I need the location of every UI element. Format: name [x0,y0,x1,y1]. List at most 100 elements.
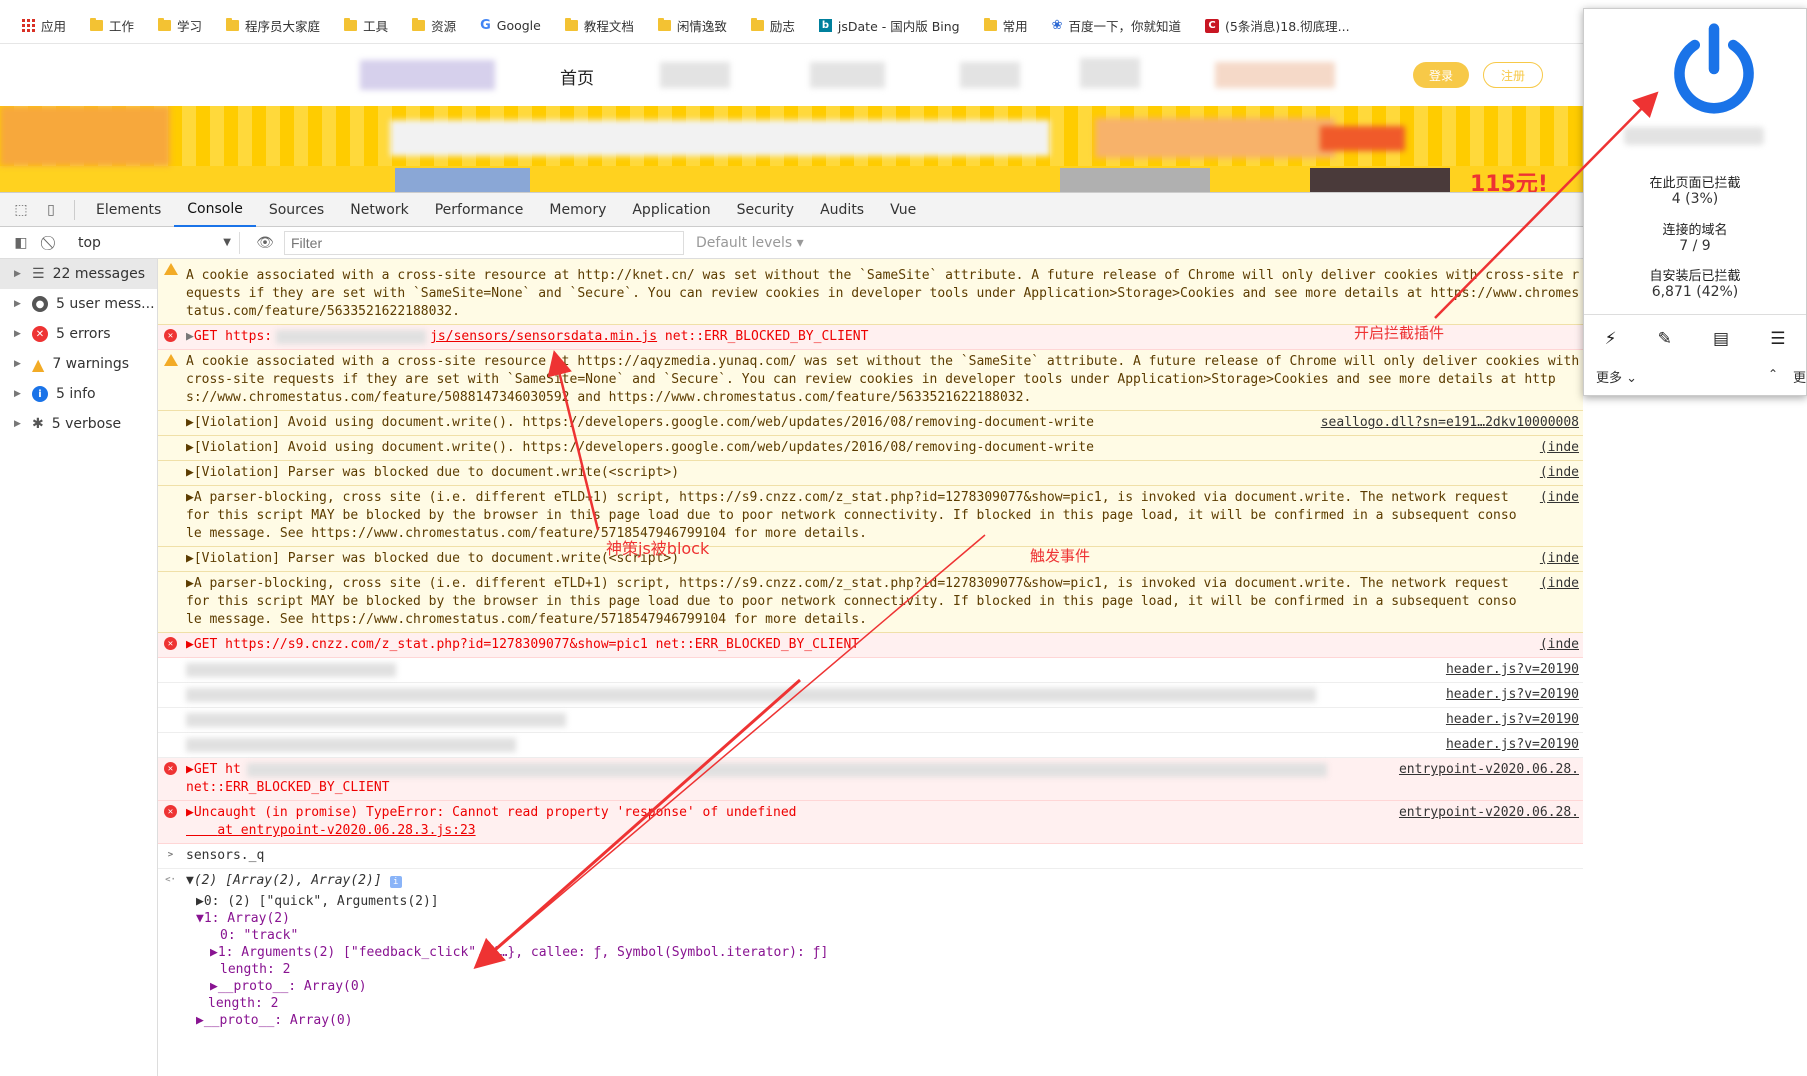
source-link[interactable]: (inde [1539,464,1579,482]
bookmark-docs[interactable]: 教程文档 [555,16,644,35]
sidebar-toggle-icon[interactable]: ◧ [6,226,36,260]
source-link[interactable]: header.js?v=20190 [1445,686,1579,704]
bookmark-common[interactable]: 常用 [974,16,1038,35]
console-log-line[interactable]: header.js?v=20190 [158,658,1583,683]
bookmark-apps[interactable]: 应用 [12,16,76,35]
source-link[interactable]: header.js?v=20190 [1445,711,1579,729]
tab-vue[interactable]: Vue [877,193,929,227]
nav-item-blurred[interactable] [660,62,730,88]
more-button-right[interactable]: 更 [1793,367,1806,386]
console-violation[interactable]: ▶[Violation] Parser was blocked due to d… [158,461,1583,486]
sliders-icon[interactable]: ☰ [1770,329,1785,349]
device-toolbar-icon[interactable]: ▯ [36,193,66,227]
login-button[interactable]: 登录 [1413,62,1469,88]
nav-item-blurred[interactable] [810,62,885,88]
user-icon: ● [32,296,48,312]
console-log-line[interactable]: header.js?v=20190 [158,683,1583,708]
console-violation[interactable]: ▶[Violation] Avoid using document.write(… [158,436,1583,461]
console-error[interactable]: ✕ ▶GET https://s9.cnzz.com/z_stat.php?id=… [158,633,1583,658]
tree-node[interactable]: ▶1: Arguments(2) ["feedback_click", {…},… [196,944,1583,961]
bookmark-csdn[interactable]: C (5条消息)18.彻底理... [1195,16,1360,35]
console-warning[interactable]: ▶A parser-blocking, cross site (i.e. dif… [158,572,1583,633]
source-link[interactable]: (inde [1539,575,1579,593]
bookmark-study[interactable]: 学习 [148,16,212,35]
bookmark-google[interactable]: G Google [470,18,551,33]
promo-banner[interactable]: 115元! [0,106,1583,192]
site-header: 首页 登录 注册 [0,44,1583,106]
power-icon[interactable] [1666,21,1762,117]
eyedropper-icon[interactable]: ✎ [1658,329,1672,349]
sidebar-item-warnings[interactable]: ▶ ▲ 7 warnings [0,349,157,379]
inspect-element-icon[interactable]: ⬚ [6,193,36,227]
sidebar-item-verbose[interactable]: ▶ ✱ 5 verbose [0,409,157,439]
annotation-blocked: 神策js被block [606,539,710,558]
console-warning[interactable]: A cookie associated with a cross-site re… [158,259,1583,325]
bookmark-programmers[interactable]: 程序员大家庭 [216,16,330,35]
console-toolbar: ◧ ⃠ top▼ 👁 Default levels ▾ [0,227,1583,259]
live-expression-eye-icon[interactable]: 👁 [250,226,280,260]
console-log-line[interactable]: header.js?v=20190 [158,733,1583,758]
tab-audits[interactable]: Audits [807,193,877,227]
console-error[interactable]: ✕ ▶GET ht net::ERR_BLOCKED_BY_CLIENT entryp… [158,758,1583,801]
bookmarks-bar: 应用 工作 学习 程序员大家庭 工具 资源 G Google 教程文档 闲情逸致 … [0,8,1807,44]
bookmark-leisure[interactable]: 闲情逸致 [648,16,737,35]
bookmark-tools[interactable]: 工具 [334,16,398,35]
bookmark-work[interactable]: 工作 [80,16,144,35]
console-violation[interactable]: ▶[Violation] Parser was blocked due to d… [158,547,1583,572]
source-link[interactable]: (inde [1539,636,1579,654]
source-link[interactable]: entrypoint-v2020.06.28. [1398,804,1579,822]
nav-home[interactable]: 首页 [560,64,594,89]
source-link[interactable]: header.js?v=20190 [1445,661,1579,679]
tab-console[interactable]: Console [174,193,256,227]
nav-item-blurred[interactable] [1215,62,1335,88]
register-button[interactable]: 注册 [1483,62,1543,88]
sidebar-item-info[interactable]: ▶ i 5 info [0,379,157,409]
tab-network[interactable]: Network [337,193,421,227]
console-result[interactable]: <· ▼(2) [Array(2), Array(2)] i [158,869,1583,893]
bookmark-baidu[interactable]: ❀ 百度一下，你就知道 [1042,16,1191,35]
console-violation[interactable]: ▶[Violation] Avoid using document.write(… [158,411,1583,436]
console-warning[interactable]: ▶A parser-blocking, cross site (i.e. dif… [158,486,1583,547]
tab-memory[interactable]: Memory [536,193,619,227]
folder-icon [344,18,358,31]
tab-security[interactable]: Security [724,193,808,227]
source-link[interactable]: entrypoint-v2020.06.28. [1398,761,1579,779]
source-link[interactable]: (inde [1539,550,1579,568]
log-levels-dropdown[interactable]: Default levels ▾ [696,235,804,251]
more-button[interactable]: 更多 ⌄ [1596,367,1637,386]
bookmark-bing[interactable]: b jsDate - 国内版 Bing [809,16,970,35]
tree-node[interactable]: ▶__proto__: Array(0) [196,1012,1583,1029]
sensors-js-link[interactable]: js/sensors/sensorsdata.min.js [430,329,657,344]
source-link[interactable]: (inde [1539,439,1579,457]
sidebar-item-messages[interactable]: ▶ ☰ 22 messages [0,259,157,289]
tab-performance[interactable]: Performance [422,193,537,227]
tab-sources[interactable]: Sources [256,193,337,227]
clear-console-icon[interactable]: ⃠ [36,226,66,260]
list-view-icon[interactable]: ▤ [1713,329,1729,349]
bookmark-resources[interactable]: 资源 [402,16,466,35]
nav-item-blurred[interactable] [960,62,1020,88]
sidebar-item-errors[interactable]: ▶ ✕ 5 errors [0,319,157,349]
console-error[interactable]: ✕ ▶Uncaught (in promise) TypeError: Canno… [158,801,1583,844]
chevron-up-icon[interactable]: ⌃ [1768,367,1778,381]
banner-blurred-tag [1320,126,1405,151]
tab-application[interactable]: Application [619,193,723,227]
sidebar-item-user-messages[interactable]: ▶ ● 5 user mess... [0,289,157,319]
console-input-line[interactable]: > sensors._q [158,844,1583,869]
bookmark-motivation[interactable]: 励志 [741,16,805,35]
context-selector[interactable]: top ▼ [70,231,240,254]
result-arrow-icon: <· [165,874,176,885]
tree-node[interactable]: ▼1: Array(2) [196,910,1583,927]
source-link[interactable]: seallogo.dll?sn=e191…2dkv10000008 [1320,414,1579,432]
console-filter-input[interactable] [284,230,684,255]
source-link[interactable]: (inde [1539,489,1579,507]
console-warning[interactable]: A cookie associated with a cross-site re… [158,350,1583,411]
nav-item-blurred[interactable] [1080,58,1140,88]
tab-elements[interactable]: Elements [83,193,174,227]
console-log-line[interactable]: header.js?v=20190 [158,708,1583,733]
error-icon: ✕ [164,762,177,775]
tree-node[interactable]: ▶__proto__: Array(0) [196,978,1583,995]
tree-node[interactable]: ▶0: (2) ["quick", Arguments(2)] [196,893,1583,910]
source-link[interactable]: header.js?v=20190 [1445,736,1579,754]
lightning-icon[interactable]: ⚡ [1605,329,1617,349]
